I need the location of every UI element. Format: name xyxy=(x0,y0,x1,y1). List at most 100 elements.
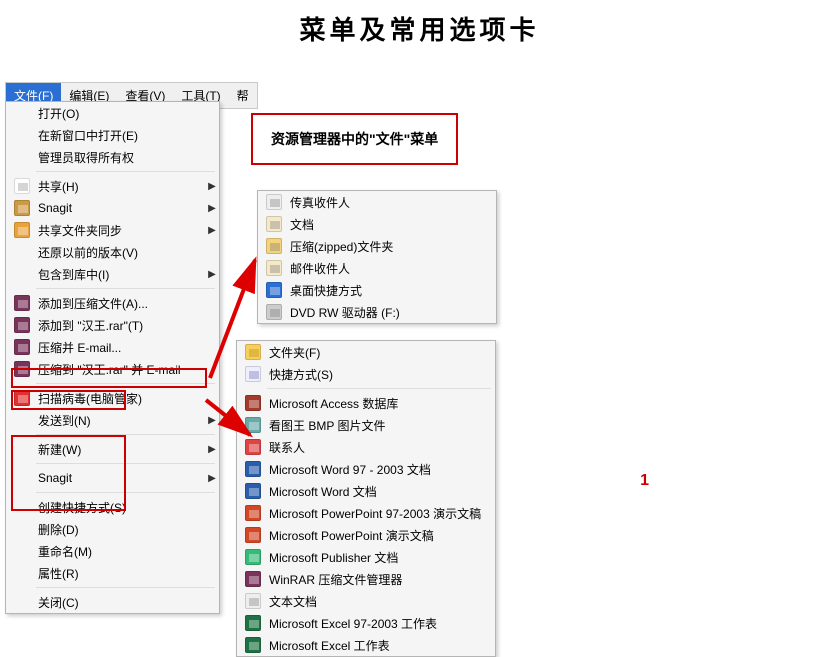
menu-item[interactable]: 添加到压缩文件(A)... xyxy=(6,292,219,314)
menu-item[interactable]: 压缩到 "汉王.rar" 并 E-mail xyxy=(6,358,219,380)
menu-item[interactable]: 属性(R) xyxy=(6,562,219,584)
menu-item[interactable]: 文本文档 xyxy=(237,590,495,612)
menu-item-label: 添加到 "汉王.rar"(T) xyxy=(34,317,205,334)
txt-icon xyxy=(245,593,261,609)
menu-item[interactable]: 还原以前的版本(V) xyxy=(6,241,219,263)
menu-item-label: WinRAR 压缩文件管理器 xyxy=(265,571,495,588)
menu-item[interactable]: 传真收件人 xyxy=(258,191,496,213)
menu-item-label: 关闭(C) xyxy=(34,594,205,611)
menu-item-label: Microsoft Excel 工作表 xyxy=(265,637,495,654)
access-icon xyxy=(245,395,261,411)
menu-item[interactable]: 包含到库中(I)▶ xyxy=(6,263,219,285)
word-icon xyxy=(245,461,261,477)
menu-item[interactable]: 打开(O) xyxy=(6,102,219,124)
desktop-icon xyxy=(266,282,282,298)
menu-item-label: 压缩并 E-mail... xyxy=(34,339,205,356)
menu-item-label: 在新窗口中打开(E) xyxy=(34,127,205,144)
menu-item-label: Microsoft PowerPoint 97-2003 演示文稿 xyxy=(265,505,495,522)
menu-item[interactable]: Microsoft Publisher 文档 xyxy=(237,546,495,568)
menu-item[interactable]: DVD RW 驱动器 (F:) xyxy=(258,301,496,323)
menu-item[interactable]: 扫描病毒(电脑管家) xyxy=(6,387,219,409)
rar-icon xyxy=(14,317,30,333)
submenu-arrow-icon: ▶ xyxy=(205,473,219,484)
snagit-icon xyxy=(14,200,30,216)
zip-icon xyxy=(266,238,282,254)
doc-icon xyxy=(266,216,282,232)
menu-separator xyxy=(267,388,491,389)
menu-item[interactable]: Snagit▶ xyxy=(6,197,219,219)
submenu-arrow-icon: ▶ xyxy=(205,444,219,455)
menu-item-label: 扫描病毒(电脑管家) xyxy=(34,390,205,407)
menu-item-label: Microsoft Publisher 文档 xyxy=(265,549,495,566)
menu-item-label: 桌面快捷方式 xyxy=(286,282,496,299)
menu-item[interactable]: 快捷方式(S) xyxy=(237,363,495,385)
menu-item[interactable]: Microsoft Excel 工作表 xyxy=(237,634,495,656)
menu-item-label: 创建快捷方式(S) xyxy=(34,499,205,516)
menu-item[interactable]: 在新窗口中打开(E) xyxy=(6,124,219,146)
menu-separator xyxy=(36,587,215,588)
menu-item-label: 传真收件人 xyxy=(286,194,496,211)
menu-item[interactable]: Snagit▶ xyxy=(6,467,219,489)
blank-icon xyxy=(14,521,30,537)
blank-icon xyxy=(14,594,30,610)
page-number: 1 xyxy=(640,472,649,490)
menu-item[interactable]: 看图王 BMP 图片文件 xyxy=(237,414,495,436)
excel-icon xyxy=(245,637,261,653)
menu-item[interactable]: 文件夹(F) xyxy=(237,341,495,363)
ppt-icon xyxy=(245,505,261,521)
menu-item[interactable]: 文档 xyxy=(258,213,496,235)
menu-item-label: Microsoft Word 97 - 2003 文档 xyxy=(265,461,495,478)
menu-item[interactable]: WinRAR 压缩文件管理器 xyxy=(237,568,495,590)
menu-item[interactable]: 压缩(zipped)文件夹 xyxy=(258,235,496,257)
fax-icon xyxy=(266,194,282,210)
menu-item[interactable]: 共享文件夹同步▶ xyxy=(6,219,219,241)
menu-item[interactable]: Microsoft Word 97 - 2003 文档 xyxy=(237,458,495,480)
menu-item[interactable]: 管理员取得所有权 xyxy=(6,146,219,168)
menu-item[interactable]: 重命名(M) xyxy=(6,540,219,562)
menu-item[interactable]: 删除(D) xyxy=(6,518,219,540)
menu-item[interactable]: 新建(W)▶ xyxy=(6,438,219,460)
blank-icon xyxy=(14,499,30,515)
blank-icon xyxy=(14,543,30,559)
blank-icon xyxy=(14,105,30,121)
menu-item-label: 删除(D) xyxy=(34,521,205,538)
menu-item-label: 看图王 BMP 图片文件 xyxy=(265,417,495,434)
bmp-icon xyxy=(245,417,261,433)
menu-item-label: 新建(W) xyxy=(34,441,205,458)
menu-item-label: Microsoft PowerPoint 演示文稿 xyxy=(265,527,495,544)
menu-item-label: 发送到(N) xyxy=(34,412,205,429)
menu-item[interactable]: Microsoft Excel 97-2003 工作表 xyxy=(237,612,495,634)
blank-icon xyxy=(14,127,30,143)
menu-item-label: 添加到压缩文件(A)... xyxy=(34,295,205,312)
pub-icon xyxy=(245,549,261,565)
contact-icon xyxy=(245,439,261,455)
menu-item[interactable]: 压缩并 E-mail... xyxy=(6,336,219,358)
new-submenu: 文件夹(F)快捷方式(S) Microsoft Access 数据库看图王 BMP… xyxy=(236,340,496,657)
menu-item[interactable]: 联系人 xyxy=(237,436,495,458)
blank-icon xyxy=(14,244,30,260)
menu-item-label: Microsoft Access 数据库 xyxy=(265,395,495,412)
menu-item[interactable]: 共享(H)▶ xyxy=(6,175,219,197)
menu-item[interactable]: 邮件收件人 xyxy=(258,257,496,279)
menu-item[interactable]: Microsoft PowerPoint 演示文稿 xyxy=(237,524,495,546)
menu-item[interactable]: 发送到(N)▶ xyxy=(6,409,219,431)
share-icon xyxy=(14,178,30,194)
menu-item-label: DVD RW 驱动器 (F:) xyxy=(286,304,496,321)
menu-item[interactable]: Microsoft PowerPoint 97-2003 演示文稿 xyxy=(237,502,495,524)
menu-item[interactable]: Microsoft Access 数据库 xyxy=(237,392,495,414)
excel-icon xyxy=(245,615,261,631)
menu-item-label: Microsoft Excel 97-2003 工作表 xyxy=(265,615,495,632)
menu-item[interactable]: 创建快捷方式(S) xyxy=(6,496,219,518)
file-menu: 打开(O)在新窗口中打开(E)管理员取得所有权共享(H)▶Snagit▶共享文件… xyxy=(5,101,220,614)
menubar-tab[interactable]: 帮 xyxy=(229,83,257,108)
menu-separator xyxy=(36,463,215,464)
blank-icon xyxy=(14,412,30,428)
menu-item-label: 压缩到 "汉王.rar" 并 E-mail xyxy=(34,361,205,378)
menu-item[interactable]: Microsoft Word 文档 xyxy=(237,480,495,502)
menu-separator xyxy=(36,171,215,172)
menu-item-label: 邮件收件人 xyxy=(286,260,496,277)
menu-item[interactable]: 桌面快捷方式 xyxy=(258,279,496,301)
menu-separator xyxy=(36,383,215,384)
menu-item[interactable]: 添加到 "汉王.rar"(T) xyxy=(6,314,219,336)
menu-item[interactable]: 关闭(C) xyxy=(6,591,219,613)
